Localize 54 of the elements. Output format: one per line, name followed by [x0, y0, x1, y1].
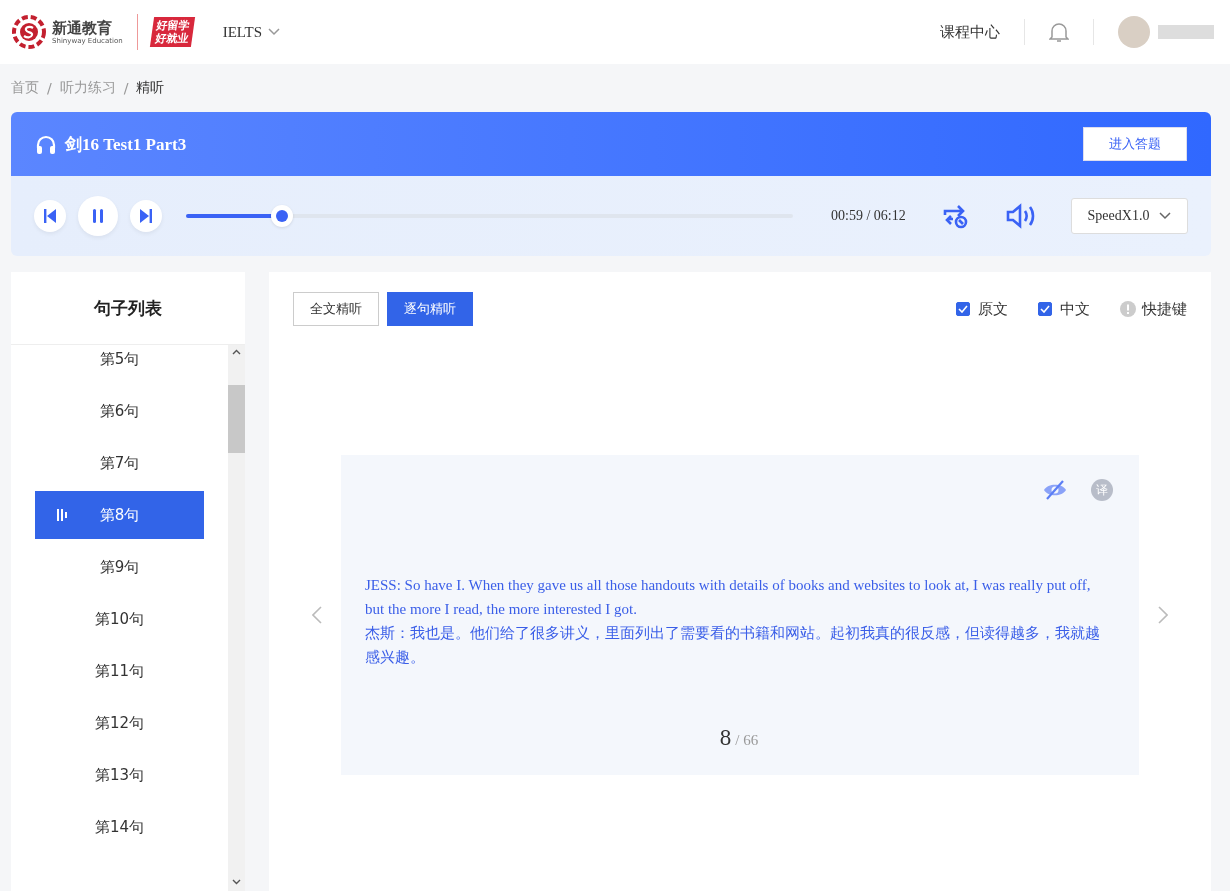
- audio-bars-icon: [57, 509, 69, 521]
- time-display: 00:59 / 06:12: [831, 208, 906, 224]
- logo-icon: [12, 15, 46, 49]
- sentence-item[interactable]: 第14句: [35, 803, 204, 851]
- blurred-username: [1158, 25, 1214, 39]
- chevron-down-icon: [1159, 212, 1172, 220]
- chinese-translation: 杰斯：我也是。他们给了很多讲义，里面列出了需要看的书籍和网站。起初我真的很反感，但读得越多，我就越感兴趣。: [365, 623, 1101, 668]
- breadcrumb-link[interactable]: 精听: [136, 79, 165, 97]
- speed-dropdown[interactable]: SpeedX1.0: [1071, 198, 1188, 234]
- repeat-icon[interactable]: [941, 202, 970, 230]
- eye-off-icon[interactable]: [1043, 480, 1067, 500]
- scrollbar-track[interactable]: [228, 345, 245, 891]
- progress-thumb[interactable]: [270, 205, 293, 227]
- sentence-list-title: 句子列表: [11, 272, 245, 345]
- checkbox[interactable]: [956, 302, 970, 316]
- breadcrumb-separator: /: [47, 80, 52, 96]
- shortcuts-button[interactable]: 快捷键: [1120, 299, 1187, 319]
- sentence-item[interactable]: 第6句: [35, 387, 204, 435]
- headphones-icon: [35, 134, 57, 154]
- sentence-item[interactable]: 第13句: [35, 751, 204, 799]
- enter-answer-button[interactable]: 进入答题: [1083, 127, 1187, 161]
- sentence-item[interactable]: 第7句: [35, 439, 204, 487]
- sentence-item[interactable]: 第5句: [35, 345, 204, 383]
- bell-icon[interactable]: [1049, 21, 1069, 43]
- breadcrumb-separator: /: [123, 80, 129, 96]
- sentence-item[interactable]: 第11句: [35, 647, 204, 695]
- checkbox[interactable]: [1038, 302, 1052, 316]
- sentence-item[interactable]: 第8句: [35, 491, 204, 539]
- skip-back-icon: [44, 209, 56, 223]
- english-sentence: JESS: So have I. When they gave us all those handouts with details of books and websites to look at, I was really put off, but the more I read, the more interested I got.: [365, 576, 1092, 619]
- sentence-item[interactable]: 第9句: [35, 543, 204, 591]
- scrollbar-thumb[interactable]: [228, 385, 245, 453]
- logo-name: 新通教育: [52, 19, 113, 37]
- skip-forward-icon: [140, 209, 152, 223]
- checkbox-label: 原文: [978, 299, 1008, 319]
- mode-tab[interactable]: 逐句精听: [387, 292, 473, 326]
- next-button[interactable]: [130, 200, 162, 232]
- current-sentence-number: 8: [719, 725, 732, 751]
- mode-tab[interactable]: 全文精听: [293, 292, 379, 326]
- track-title: 剑16 Test1 Part3: [65, 133, 187, 156]
- slogan-badge: 好留学 好就业: [149, 17, 195, 47]
- previous-button[interactable]: [34, 200, 66, 232]
- course-center-link[interactable]: 课程中心: [940, 22, 1000, 42]
- sentence-item[interactable]: 第12句: [35, 699, 204, 747]
- pause-icon: [92, 209, 104, 223]
- chevron-down-icon: [268, 28, 281, 36]
- pause-button[interactable]: [78, 196, 118, 236]
- total-sentences: / 66: [735, 732, 759, 749]
- scroll-down-icon[interactable]: [232, 879, 241, 885]
- info-icon: [1120, 301, 1136, 317]
- checkbox-label: 中文: [1060, 299, 1090, 319]
- exam-dropdown[interactable]: IELTS: [222, 23, 281, 41]
- scroll-up-icon[interactable]: [232, 349, 241, 355]
- sentence-item[interactable]: 第10句: [35, 595, 204, 643]
